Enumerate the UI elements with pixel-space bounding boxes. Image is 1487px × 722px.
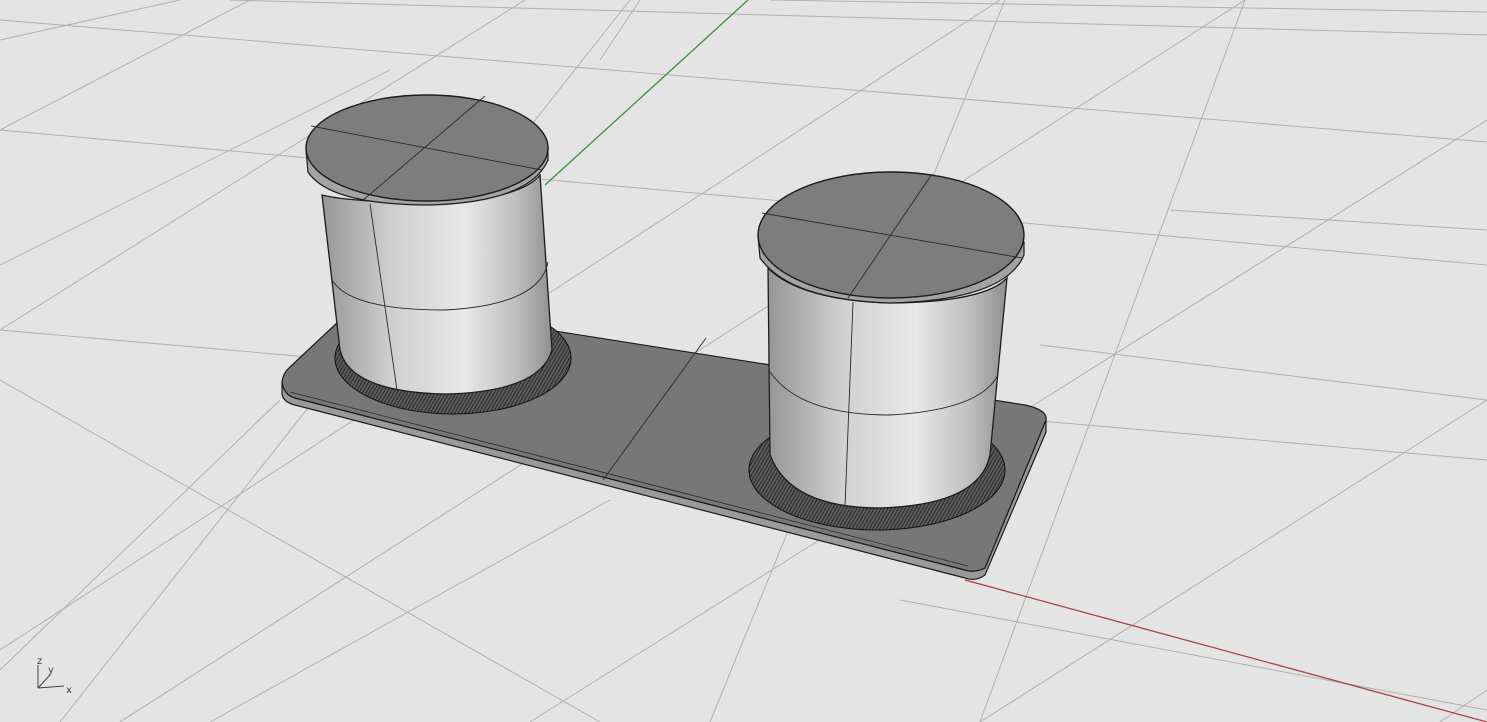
world-x-axis <box>964 579 1487 722</box>
triad-y-label: y <box>48 665 54 676</box>
viewport-canvas[interactable]: z y x <box>0 0 1487 722</box>
triad-x-label: x <box>66 685 72 696</box>
right-cylinder-body[interactable] <box>767 266 1008 509</box>
left-cylinder-body[interactable] <box>321 173 553 395</box>
triad-y-line <box>37 674 51 689</box>
axis-triad-widget: z y x <box>37 656 72 696</box>
perspective-viewport[interactable]: z y x <box>0 0 1487 722</box>
triad-x-line <box>37 685 65 689</box>
world-y-axis <box>544 0 749 186</box>
triad-z-label: z <box>37 656 42 667</box>
bollard-model[interactable] <box>281 94 1047 581</box>
